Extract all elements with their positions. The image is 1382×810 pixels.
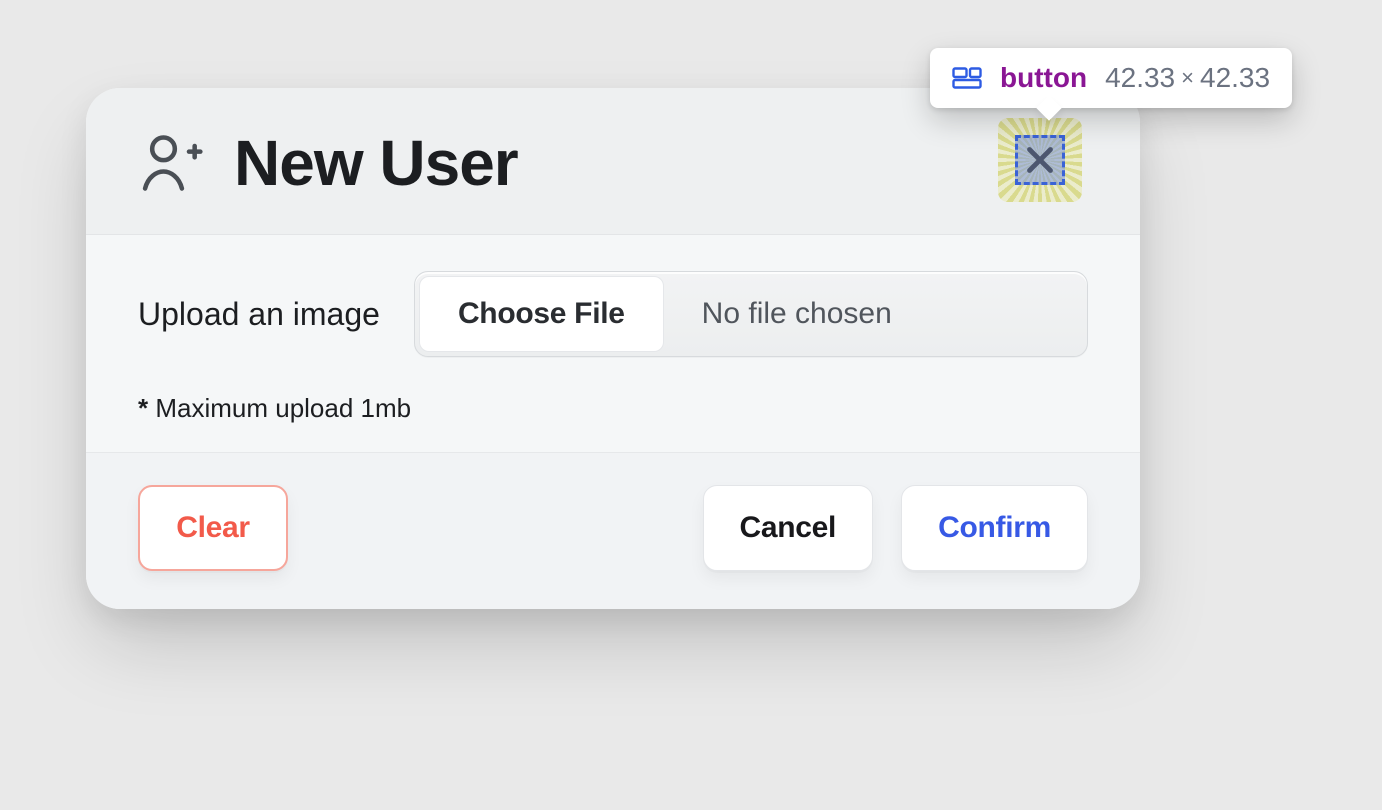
choose-file-button[interactable]: Choose File xyxy=(419,276,664,352)
file-input[interactable]: Choose File No file chosen xyxy=(414,271,1088,357)
dialog-title: New User xyxy=(234,126,518,200)
upload-row: Upload an image Choose File No file chos… xyxy=(138,271,1088,357)
user-add-icon xyxy=(138,129,206,197)
upload-label: Upload an image xyxy=(138,296,380,333)
close-button[interactable] xyxy=(998,118,1082,202)
new-user-dialog: New User Upload an image Choose File No … xyxy=(86,88,1140,609)
close-icon xyxy=(1015,135,1065,185)
clear-button[interactable]: Clear xyxy=(138,485,288,571)
dialog-header: New User xyxy=(86,88,1140,235)
dialog-footer: Clear Cancel Confirm xyxy=(86,453,1140,609)
layout-icon xyxy=(952,67,982,89)
file-status-text: No file chosen xyxy=(664,297,1083,331)
upload-hint: * Maximum upload 1mb xyxy=(138,393,1088,424)
devtools-node-tooltip: button 42.33 × 42.33 xyxy=(930,48,1292,108)
cancel-button[interactable]: Cancel xyxy=(703,485,874,571)
confirm-button[interactable]: Confirm xyxy=(901,485,1088,571)
inspector-tag-name: button xyxy=(1000,62,1087,94)
inspector-width: 42.33 xyxy=(1105,62,1175,94)
times-symbol: × xyxy=(1181,65,1194,91)
inspector-height: 42.33 xyxy=(1200,62,1270,94)
hint-asterisk: * xyxy=(138,393,155,423)
dialog-body: Upload an image Choose File No file chos… xyxy=(86,235,1140,453)
inspector-dimensions: 42.33 × 42.33 xyxy=(1105,62,1270,94)
hint-text: Maximum upload 1mb xyxy=(155,393,411,423)
